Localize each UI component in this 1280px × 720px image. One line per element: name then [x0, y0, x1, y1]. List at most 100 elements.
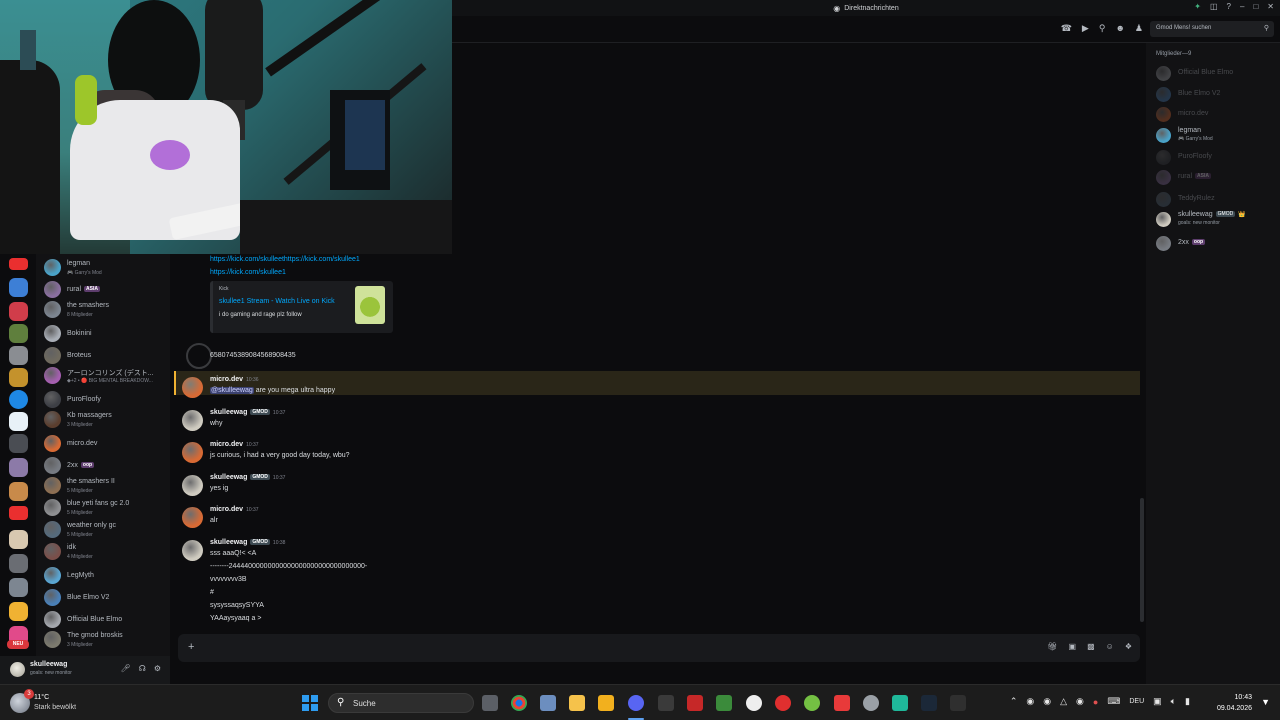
- server-icon[interactable]: [9, 324, 28, 343]
- close-button[interactable]: ✕: [1267, 2, 1274, 11]
- server-icon[interactable]: [9, 346, 28, 365]
- discord-icon[interactable]: [628, 695, 644, 711]
- steam-icon[interactable]: [921, 695, 937, 711]
- dm-item[interactable]: Blue Elmo V2: [43, 588, 169, 608]
- scrollbar[interactable]: [1140, 498, 1144, 622]
- dm-item[interactable]: Kb massagers 3 Mitglieder: [43, 410, 169, 430]
- server-icon[interactable]: [9, 434, 28, 453]
- dm-item[interactable]: micro.dev: [43, 434, 169, 454]
- obs-icon[interactable]: [746, 695, 762, 711]
- user-mention[interactable]: @skulleewag: [210, 387, 254, 394]
- sticker-icon[interactable]: ▩: [1087, 642, 1095, 651]
- member-item[interactable]: PuroFloofy: [1156, 149, 1280, 167]
- server-icon[interactable]: [9, 554, 28, 573]
- chat-app-icon[interactable]: [892, 695, 908, 711]
- member-item[interactable]: Official Blue Elmo: [1156, 65, 1280, 83]
- embed-title[interactable]: skullee1 Stream - Watch Live on Kick: [219, 298, 335, 305]
- tray-network-icon[interactable]: △: [1060, 696, 1067, 707]
- nitro-icon[interactable]: ✦: [1194, 2, 1201, 11]
- avatar[interactable]: [182, 377, 203, 398]
- server-icon[interactable]: [9, 258, 28, 270]
- weather-widget[interactable]: 3 11°C Stark bewölkt: [10, 689, 90, 715]
- member-item[interactable]: skulleewag GMOD 👑 goals: new monitor: [1156, 211, 1280, 229]
- microphone-icon[interactable]: 🎤︎: [121, 664, 131, 673]
- video-call-icon[interactable]: ▶: [1082, 23, 1089, 34]
- tray-mic-icon[interactable]: ●: [1093, 697, 1098, 707]
- avatar[interactable]: [182, 540, 203, 561]
- headphones-icon[interactable]: ☊: [139, 664, 146, 673]
- file-explorer-icon[interactable]: [569, 695, 585, 711]
- message-author[interactable]: micro.dev 10:36: [210, 376, 259, 383]
- dm-item[interactable]: weather only gc 5 Mitglieder: [43, 520, 169, 540]
- server-icon[interactable]: [9, 278, 28, 297]
- message-author[interactable]: skulleewag GMOD 10:38: [210, 539, 285, 546]
- member-item[interactable]: 2xx oop: [1156, 235, 1280, 253]
- volume-icon[interactable]: 🔈︎: [1171, 696, 1176, 707]
- dm-item[interactable]: the smashers 8 Mitglieder: [43, 300, 169, 320]
- clock[interactable]: 10:43 09.04.2026: [1217, 692, 1252, 714]
- settings-gear-icon[interactable]: ⚙: [154, 664, 161, 673]
- user-avatar[interactable]: [10, 662, 25, 677]
- author-name[interactable]: micro.dev: [210, 376, 243, 383]
- dm-item[interactable]: idk 4 Mitglieder: [43, 542, 169, 562]
- server-icon[interactable]: [9, 458, 28, 477]
- server-icon[interactable]: [9, 530, 28, 549]
- add-attachment-icon[interactable]: +: [188, 641, 194, 653]
- server-icon[interactable]: [9, 506, 28, 520]
- message-author[interactable]: skulleewag GMOD 10:37: [210, 409, 285, 416]
- message-composer[interactable]: + 🎁︎ ▣ ▩ ☺ ❖: [178, 634, 1140, 662]
- minecraft-icon[interactable]: [716, 695, 732, 711]
- terminal-icon[interactable]: [950, 695, 966, 711]
- dm-item[interactable]: Official Blue Elmo: [43, 610, 169, 630]
- minimize-button[interactable]: –: [1240, 2, 1244, 11]
- server-icon[interactable]: [9, 412, 28, 431]
- avatar[interactable]: [182, 507, 203, 528]
- gif-icon[interactable]: ▣: [1069, 642, 1077, 651]
- search-input[interactable]: Gmod Mens! suchen ⚲: [1150, 21, 1274, 37]
- member-item[interactable]: TeddyRulez: [1156, 191, 1280, 209]
- dm-item[interactable]: LegMyth: [43, 566, 169, 586]
- task-view-icon[interactable]: [482, 695, 498, 711]
- dm-item[interactable]: legman 🎮 Garry's Mod: [43, 258, 169, 278]
- member-list-icon[interactable]: ♟: [1135, 23, 1143, 34]
- author-name[interactable]: skulleewag: [210, 409, 247, 416]
- settings-app-icon[interactable]: [863, 695, 879, 711]
- video-app-icon[interactable]: [834, 695, 850, 711]
- gif-app-icon[interactable]: [658, 695, 674, 711]
- dm-item[interactable]: Bokinini: [43, 324, 169, 344]
- add-member-icon[interactable]: ☻: [1115, 23, 1124, 34]
- dm-item[interactable]: blue yeti fans gc 2.0 5 Mitglieder: [43, 498, 169, 518]
- language-indicator[interactable]: DEU: [1129, 698, 1144, 705]
- dm-item[interactable]: The gmod broskis 3 Mitglieder: [43, 630, 169, 650]
- server-icon[interactable]: [9, 368, 28, 387]
- message-link[interactable]: https://kick.com/skulleethttps://kick.co…: [210, 256, 360, 263]
- server-icon[interactable]: [9, 390, 28, 409]
- apps-icon[interactable]: ❖: [1125, 642, 1132, 651]
- game-icon[interactable]: [687, 695, 703, 711]
- server-icon[interactable]: [9, 602, 28, 621]
- avatar[interactable]: [182, 475, 203, 496]
- help-icon[interactable]: ?: [1227, 2, 1231, 11]
- taskbar-search[interactable]: ⚲ Suche: [328, 693, 474, 713]
- dm-item[interactable]: rural ASIA: [43, 280, 169, 300]
- author-name[interactable]: skulleewag: [210, 474, 247, 481]
- inbox-icon[interactable]: ◫: [1210, 2, 1218, 11]
- member-item[interactable]: rural ASIA: [1156, 169, 1280, 187]
- member-item[interactable]: legman 🎮 Garry's Mod: [1156, 127, 1280, 145]
- message-author[interactable]: micro.dev 10:37: [210, 506, 259, 513]
- maximize-button[interactable]: □: [1253, 2, 1258, 11]
- embed-thumbnail[interactable]: [355, 286, 385, 324]
- dm-item[interactable]: アーロンコリンズ (デスト... ◆+2 • 🔴 BIG MENTAL BREAK…: [43, 366, 169, 386]
- call-icon[interactable]: ☎: [1061, 23, 1072, 34]
- message-link[interactable]: https://kick.com/skullee1: [210, 269, 286, 276]
- emoji-icon[interactable]: ☺: [1106, 642, 1114, 651]
- avatar[interactable]: [182, 442, 203, 463]
- member-item[interactable]: micro.dev: [1156, 106, 1280, 124]
- author-name[interactable]: micro.dev: [210, 441, 243, 448]
- user-name[interactable]: skulleewag: [30, 661, 67, 668]
- author-name[interactable]: micro.dev: [210, 506, 243, 513]
- server-icon[interactable]: [9, 302, 28, 321]
- keyboard-icon[interactable]: ⌨: [1107, 696, 1120, 707]
- dm-item[interactable]: PuroFloofy: [43, 390, 169, 410]
- server-icon[interactable]: [9, 578, 28, 597]
